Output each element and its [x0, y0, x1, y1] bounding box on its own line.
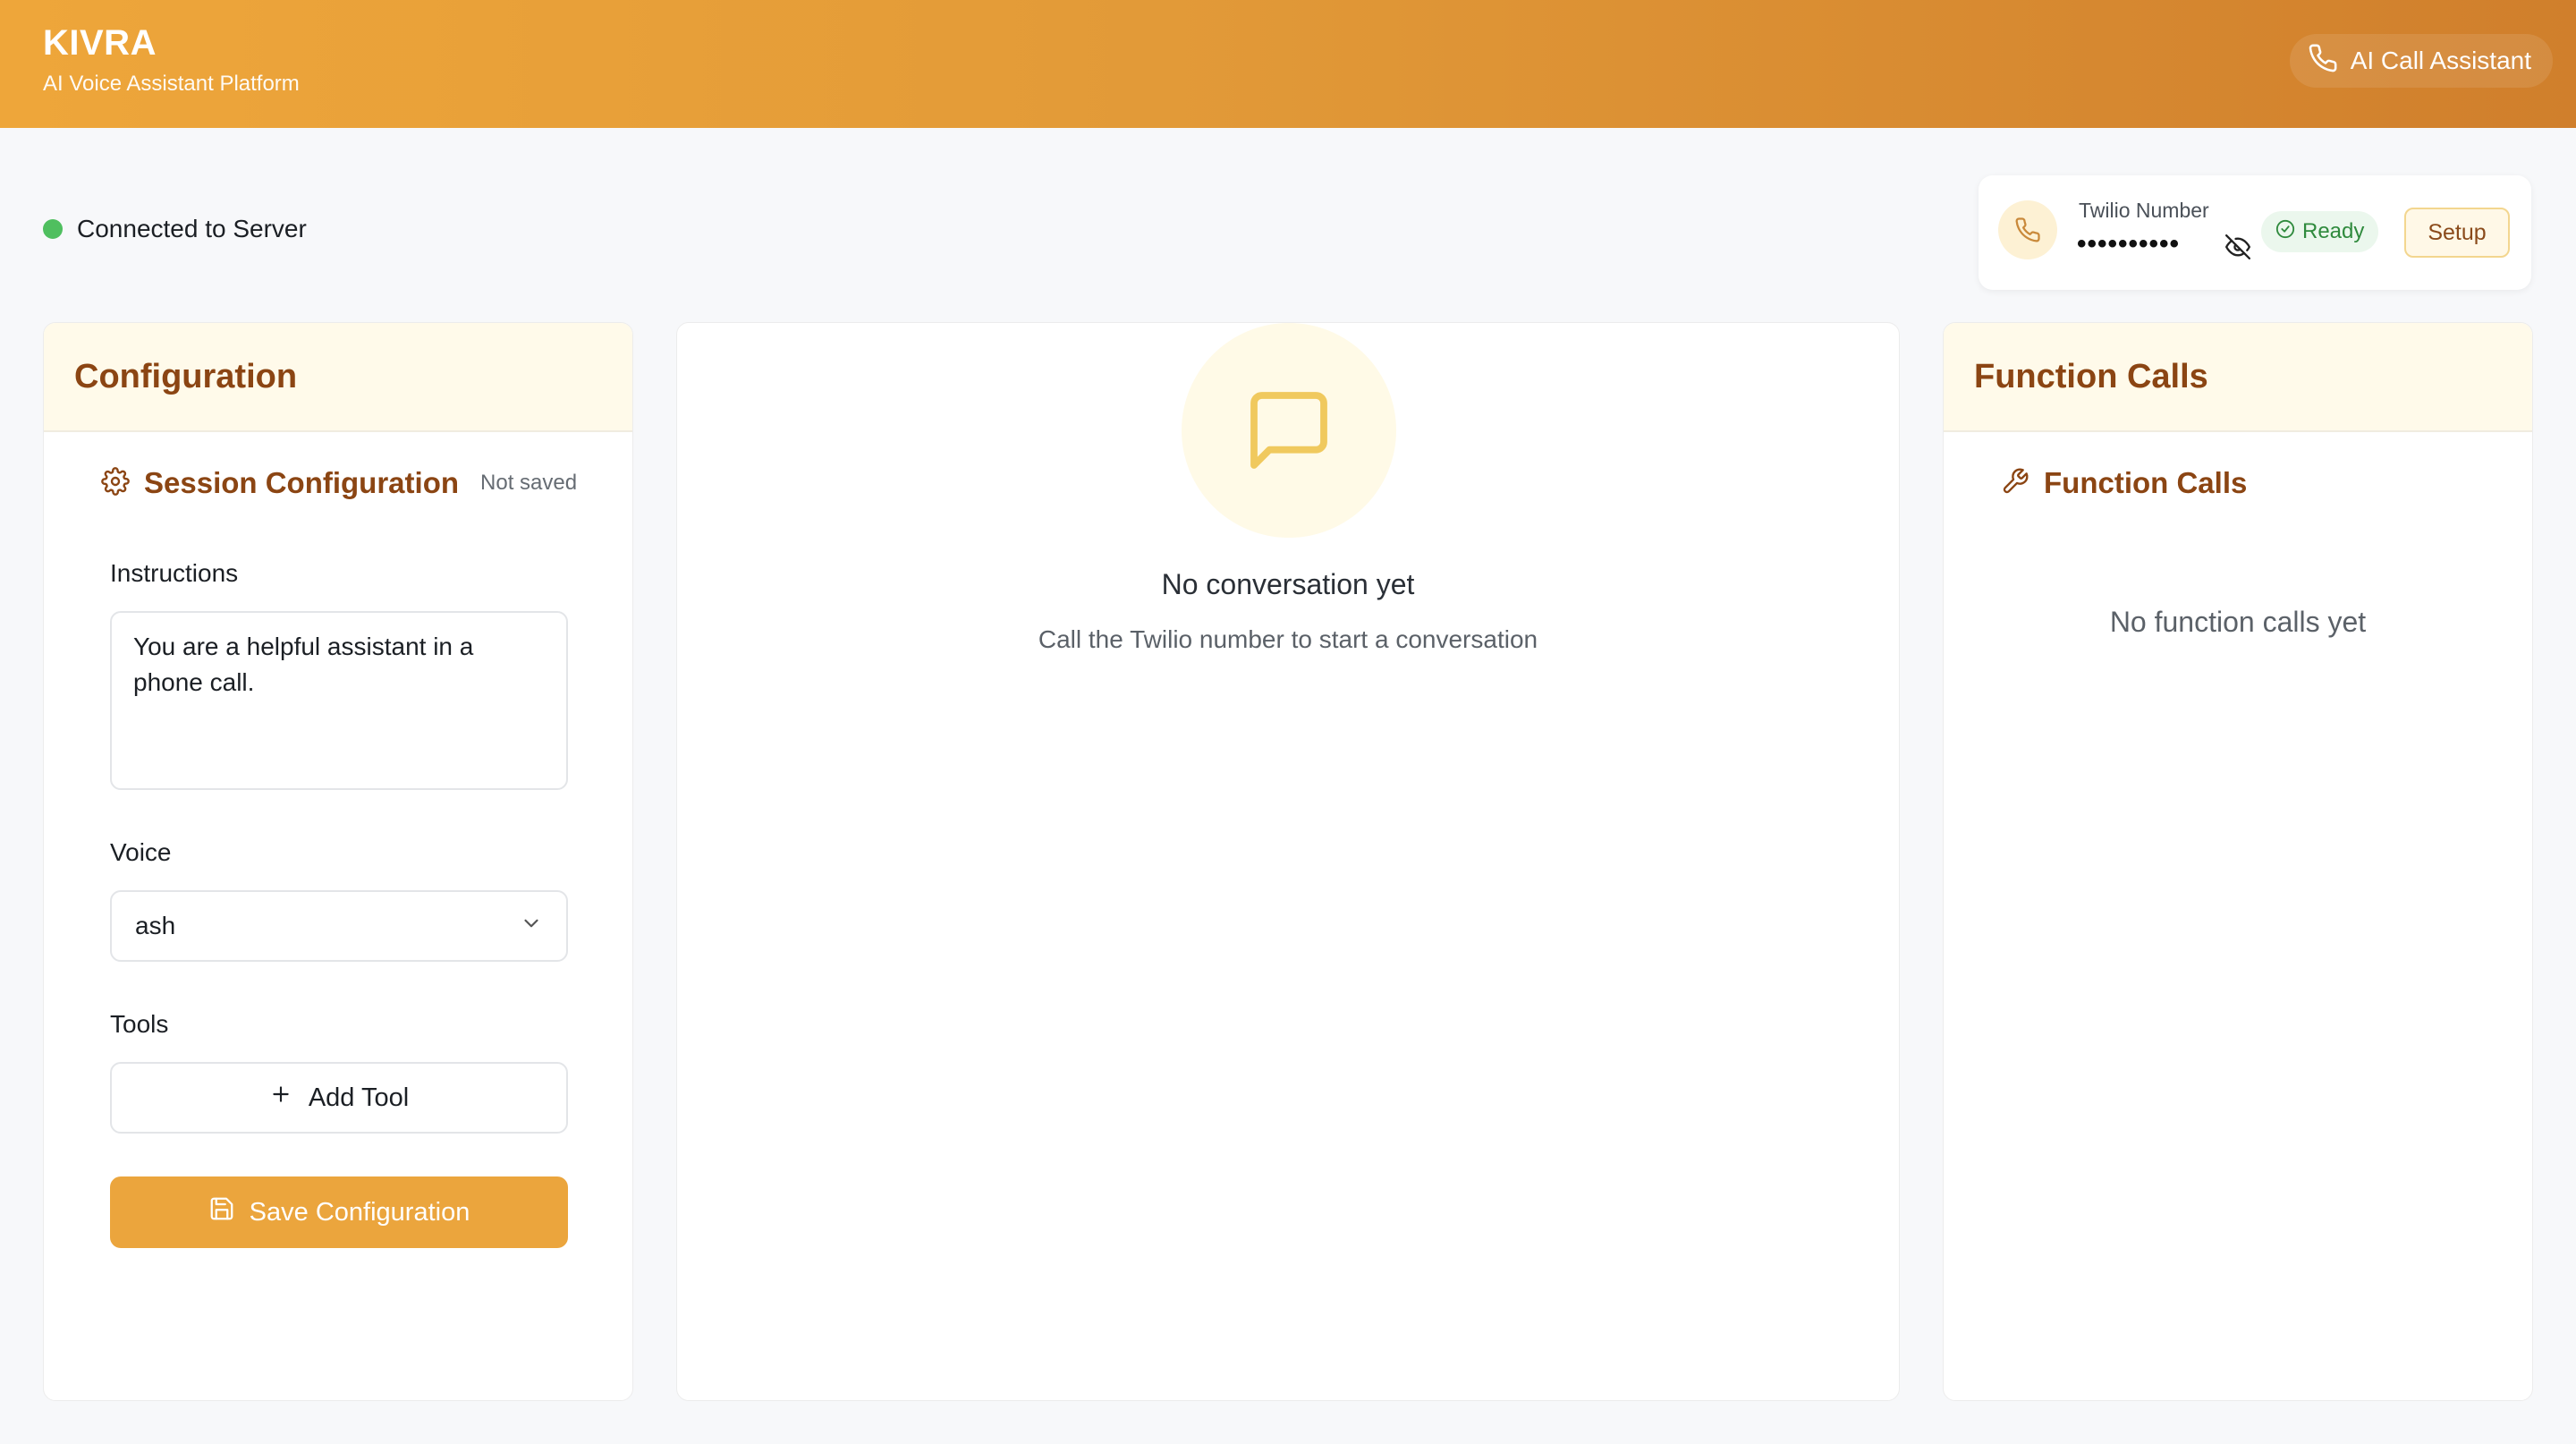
no-function-calls-text: No function calls yet	[2109, 606, 2367, 638]
save-icon	[208, 1195, 235, 1229]
twilio-number-card: Twilio Number •••••••••• Ready Setup	[1979, 175, 2531, 290]
tools-label: Tools	[110, 1010, 169, 1038]
session-configuration-title: Session Configuration	[144, 466, 460, 499]
ready-status-text: Ready	[2302, 219, 2365, 243]
empty-conversation-subtitle: Call the Twilio number to start a conver…	[1038, 625, 1538, 653]
phone-icon	[2308, 43, 2338, 80]
save-configuration-button[interactable]: Save Configuration	[110, 1176, 568, 1248]
add-tool-button[interactable]: Add Tool	[110, 1062, 568, 1134]
save-state-label: Not saved	[480, 471, 578, 495]
setup-button[interactable]: Setup	[2404, 208, 2510, 258]
function-calls-section-title: Function Calls	[2044, 466, 2248, 499]
function-calls-panel-header: Function Calls	[1944, 323, 2532, 432]
phone-icon	[1998, 200, 2057, 259]
wrench-icon	[2001, 467, 2029, 500]
function-calls-section-header: Function Calls	[2001, 466, 2247, 500]
ready-status-badge: Ready	[2261, 211, 2379, 252]
empty-conversation-title: No conversation yet	[1161, 568, 1415, 600]
save-configuration-label: Save Configuration	[249, 1197, 470, 1227]
configuration-panel: Configuration Session Configuration Not …	[43, 322, 633, 1401]
chevron-down-icon	[520, 912, 543, 941]
status-text: Connected to Server	[77, 215, 307, 242]
twilio-number-value: ••••••••••	[2077, 229, 2181, 259]
voice-select[interactable]: ash	[110, 890, 568, 962]
brand-subtitle: AI Voice Assistant Platform	[43, 72, 300, 96]
configuration-panel-header: Configuration	[44, 323, 632, 432]
brand-title: KIVRA	[43, 23, 157, 63]
configuration-panel-title: Configuration	[74, 357, 298, 395]
connection-status: Connected to Server	[43, 215, 307, 243]
voice-label: Voice	[110, 838, 172, 866]
instructions-label: Instructions	[110, 559, 239, 587]
message-square-icon	[1182, 323, 1396, 538]
function-calls-panel-title: Function Calls	[1974, 357, 2208, 395]
session-configuration-header: Session Configuration Not saved	[101, 466, 577, 500]
add-tool-label: Add Tool	[308, 1083, 410, 1112]
ai-call-assistant-label: AI Call Assistant	[2350, 47, 2531, 74]
eye-off-icon[interactable]	[2225, 234, 2250, 259]
twilio-number-label: Twilio Number	[2079, 199, 2209, 222]
plus-icon	[269, 1083, 292, 1113]
check-circle-icon	[2275, 219, 2295, 245]
voice-select-value: ash	[135, 912, 176, 939]
app-header: KIVRA AI Voice Assistant Platform AI Cal…	[0, 0, 2576, 128]
instructions-input[interactable]: You are a helpful assistant in a phone c…	[110, 611, 568, 790]
status-dot	[43, 219, 63, 239]
ai-call-assistant-button[interactable]: AI Call Assistant	[2289, 34, 2553, 88]
function-calls-panel: Function Calls Function Calls No functio…	[1943, 322, 2533, 1401]
gear-icon	[101, 466, 130, 500]
conversation-panel: No conversation yet Call the Twilio numb…	[676, 322, 1900, 1401]
